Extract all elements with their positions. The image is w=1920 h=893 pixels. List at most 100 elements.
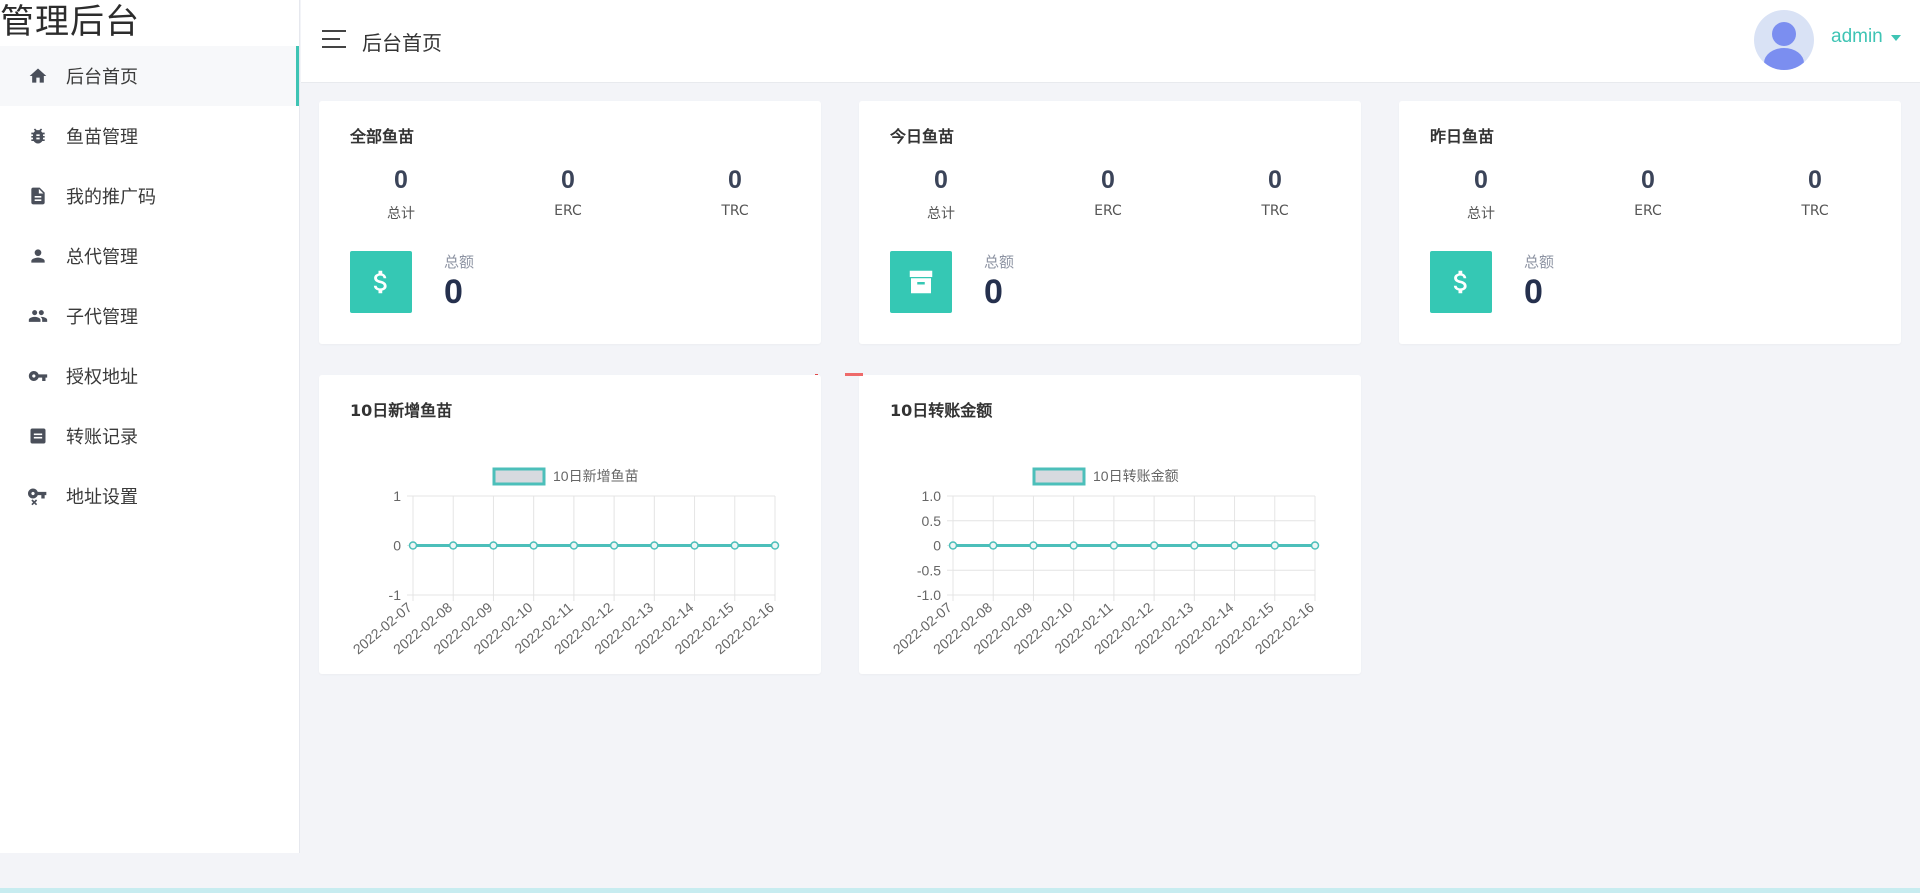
top-header: 后台首页 admin [301,0,1920,83]
data-point [1149,541,1159,550]
stat-total: 0 总计 [341,166,461,223]
sidebar-item-promo-code[interactable]: 我的推广码 [0,166,299,226]
sidebar-item-label: 鱼苗管理 [66,127,138,148]
total-value: 0 [1524,273,1543,311]
data-point [988,541,998,550]
data-point [650,541,659,550]
sidebar-item-auth-address[interactable]: 授权地址 [0,346,299,406]
sidebar-item-address-settings[interactable]: 地址设置 [0,466,299,526]
stat-erc: 0 ERC [1048,166,1168,219]
y-tick-label: 0.5 [922,513,942,529]
legend-swatch [492,467,546,486]
total-label: 总额 [1524,253,1555,271]
data-point [609,541,619,550]
card-title: 今日鱼苗 [890,127,955,146]
chart-card-new-fish: 10日新增鱼苗 10日新增鱼苗 1 0 -1 2022-02-07 2022-02-08 2… [319,375,821,674]
stat-value: 0 [1101,166,1115,194]
user-menu-button[interactable]: admin [1831,26,1883,48]
stray-mark [815,374,818,375]
y-tick-label: -0.5 [917,562,941,578]
stat-label: TRC [1261,203,1289,219]
sidebar: 管理后台 后台首页 鱼苗管理 我的推广码 总代管理 子代管理 授权地址 转账记录… [0,0,300,853]
data-point [770,541,780,550]
archive-icon [890,251,952,313]
stat-label: TRC [721,203,749,219]
sidebar-item-fish[interactable]: 鱼苗管理 [0,106,299,166]
app-logo: 管理后台 [0,2,140,42]
stat-erc: 0 ERC [508,166,628,219]
legend-label: 10日转账金额 [1093,468,1179,484]
stat-total: 0 总计 [1421,166,1541,223]
stat-label: 总计 [387,206,415,222]
dollar-icon [350,251,412,313]
sidebar-item-home[interactable]: 后台首页 [0,46,299,106]
card-title: 昨日鱼苗 [1430,127,1495,146]
y-tick-label: 0 [393,538,401,554]
legend-swatch [1032,467,1086,486]
stat-card-all: 全部鱼苗 0 总计 0 ERC 0 TRC 总额 0 [319,101,821,344]
sidebar-item-sub-agent[interactable]: 子代管理 [0,286,299,346]
key-icon [28,366,48,386]
y-tick-label: 1 [393,488,401,504]
stat-value: 0 [1474,166,1488,194]
stat-label: ERC [1634,203,1662,219]
bug-icon [28,126,48,146]
stat-value: 0 [728,166,742,194]
stat-value: 0 [1268,166,1282,194]
stat-label: 总计 [927,206,955,222]
stat-label: TRC [1801,203,1829,219]
stat-trc: 0 TRC [675,166,795,219]
line-chart-transfer-amount: 10日转账金额1.00.50-0.5-1.02022-02-072022-02-… [890,467,1320,657]
card-title: 全部鱼苗 [350,127,415,146]
stat-value: 0 [394,166,408,194]
data-point [408,541,418,550]
total-value: 0 [444,273,463,311]
sidebar-item-label: 地址设置 [66,487,138,508]
menu-toggle-icon[interactable] [322,30,346,48]
people-icon [28,306,48,326]
sidebar-item-label: 授权地址 [66,367,138,388]
sidebar-item-label: 总代管理 [66,247,138,268]
caret-down-icon[interactable] [1891,35,1901,41]
y-tick-label: -1 [389,587,402,603]
stat-erc: 0 ERC [1588,166,1708,219]
key-settings-icon [28,486,48,506]
person-icon [28,246,48,266]
stat-card-today: 今日鱼苗 0 总计 0 ERC 0 TRC 总额 0 [859,101,1361,344]
total-value: 0 [984,273,1003,311]
data-point [448,541,458,550]
sidebar-item-general-agent[interactable]: 总代管理 [0,226,299,286]
bottom-strip [0,888,1920,893]
chart-card-transfer-amount: 10日转账金额 10日转账金额 1.0 0.5 0 -0.5 -1.0 2022-02-07… [859,375,1361,674]
y-tick-label: -1.0 [917,587,941,603]
data-point [1069,541,1078,550]
chart-legend: 10日转账金额 [1032,467,1179,486]
sidebar-item-label: 子代管理 [66,307,138,328]
y-tick-label: 1.0 [922,488,942,504]
stat-trc: 0 TRC [1215,166,1335,219]
stat-total: 0 总计 [881,166,1001,223]
data-point [948,541,958,550]
data-point [690,541,699,550]
total-label: 总额 [444,253,475,271]
dollar-icon [1430,251,1492,313]
stat-label: ERC [1094,203,1122,219]
stat-value: 0 [561,166,575,194]
stat-label: 总计 [1467,206,1495,222]
legend-label: 10日新增鱼苗 [553,468,639,484]
page-title: 后台首页 [362,31,442,55]
sidebar-item-transfer-records[interactable]: 转账记录 [0,406,299,466]
stat-card-yesterday: 昨日鱼苗 0 总计 0 ERC 0 TRC 总额 0 [1399,101,1901,344]
stat-value: 0 [1808,166,1822,194]
stat-value: 0 [934,166,948,194]
stat-value: 0 [1641,166,1655,194]
data-point [1230,541,1239,550]
data-point [1310,541,1320,550]
avatar[interactable] [1754,10,1814,70]
sidebar-menu: 后台首页 鱼苗管理 我的推广码 总代管理 子代管理 授权地址 转账记录 地址设置 [0,46,299,526]
stat-trc: 0 TRC [1755,166,1875,219]
sidebar-item-label: 后台首页 [66,67,138,88]
total-label: 总额 [984,253,1015,271]
chart-legend: 10日新增鱼苗 [492,467,639,486]
data-point [1190,541,1199,550]
